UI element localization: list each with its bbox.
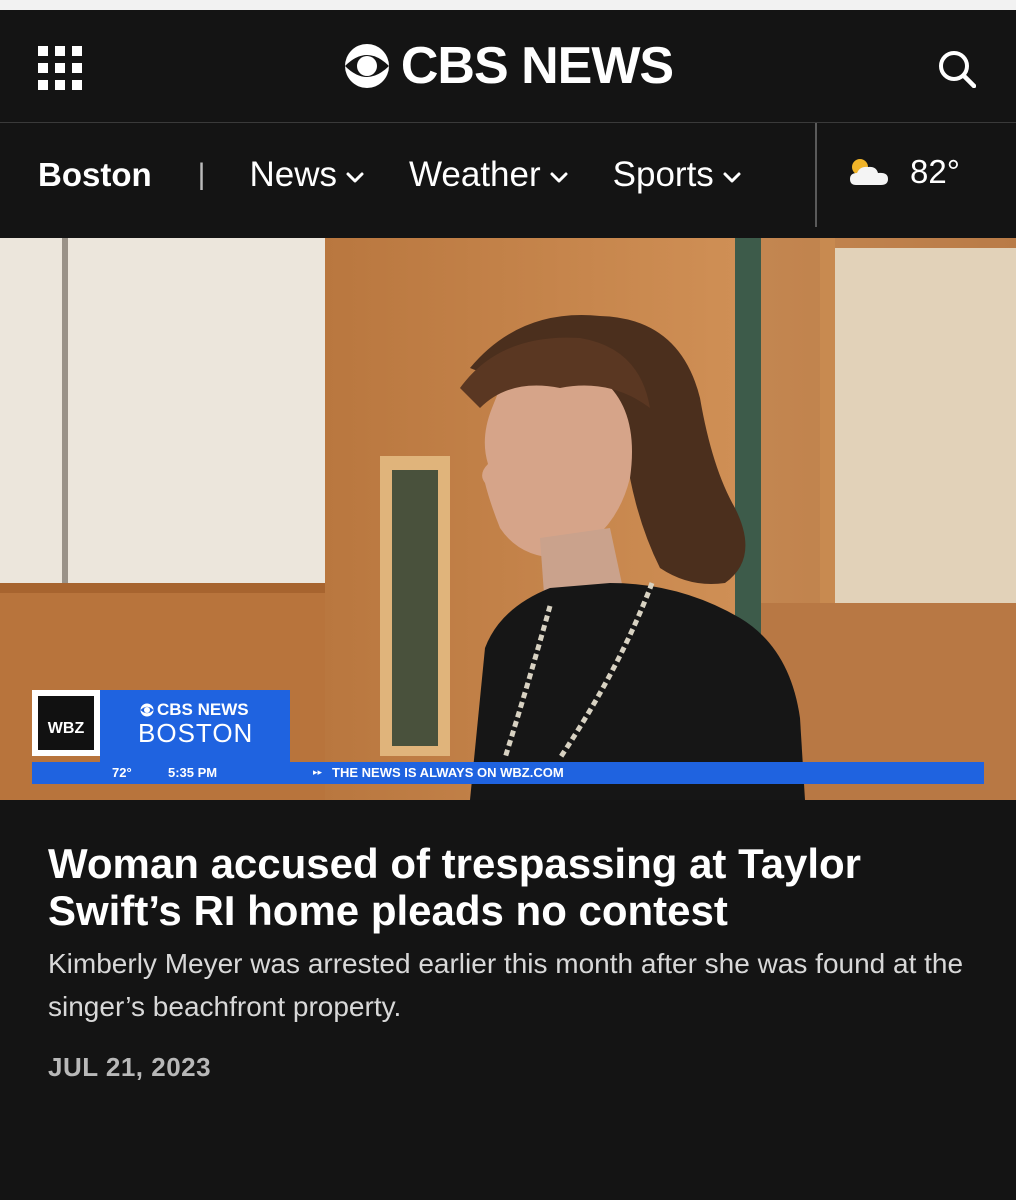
weather-widget[interactable]: 82°	[846, 153, 960, 191]
article-date: JUL 21, 2023	[48, 1052, 212, 1082]
nav-city[interactable]: Boston	[38, 156, 152, 194]
nav-item-sports[interactable]: Sports	[613, 155, 742, 195]
site-header: CBS NEWS	[0, 10, 1016, 123]
chyron-time: 5:35 PM	[168, 765, 218, 780]
article-teaser[interactable]: Woman accused of trespassing at Taylor S…	[48, 840, 978, 1083]
weather-temp: 82°	[910, 153, 960, 190]
article-headline[interactable]: Woman accused of trespassing at Taylor S…	[48, 840, 978, 934]
chevron-down-icon	[346, 172, 364, 183]
chyron-temp: 72°	[112, 765, 132, 780]
cbs-eye-icon	[140, 703, 154, 717]
article-dek: Kimberly Meyer was arrested earlier this…	[48, 948, 964, 1022]
nav-item-weather[interactable]: Weather	[409, 155, 569, 195]
section-nav: Boston | News Weather Sports 82°	[0, 123, 1016, 227]
top-strip	[0, 0, 1016, 10]
search-icon[interactable]	[938, 50, 977, 89]
brand-name: CBS NEWS	[400, 37, 674, 95]
cbs-news-logo[interactable]: CBS NEWS	[343, 37, 674, 95]
chyron-brand-text: CBS NEWS	[157, 700, 249, 719]
play-arrows-icon: ▸▸	[313, 767, 323, 777]
cbs-eye-icon	[344, 44, 389, 88]
chyron-city: BOSTON	[138, 718, 254, 748]
chyron-station: WBZ	[47, 720, 85, 737]
nav-separator: |	[197, 158, 206, 191]
grid-menu-icon[interactable]	[38, 46, 82, 90]
partly-cloudy-icon	[850, 159, 888, 185]
chyron-brand: CBS NEWS	[140, 700, 249, 720]
nav-divider	[815, 123, 817, 227]
nav-item-label: Sports	[612, 155, 714, 194]
chevron-down-icon	[550, 172, 568, 183]
chevron-down-icon	[723, 172, 741, 183]
hero-video-still[interactable]: WBZ CBS NEWS BOSTON 72° 5:35 PM ▸▸ THE N…	[0, 238, 1016, 800]
nav-item-news[interactable]: News	[249, 155, 365, 195]
nav-item-label: News	[249, 155, 337, 194]
nav-item-label: Weather	[408, 155, 541, 194]
chyron-ticker-text: THE NEWS IS ALWAYS ON WBZ.COM	[332, 765, 564, 780]
chyron-ticker: ▸▸ THE NEWS IS ALWAYS ON WBZ.COM	[313, 765, 564, 780]
